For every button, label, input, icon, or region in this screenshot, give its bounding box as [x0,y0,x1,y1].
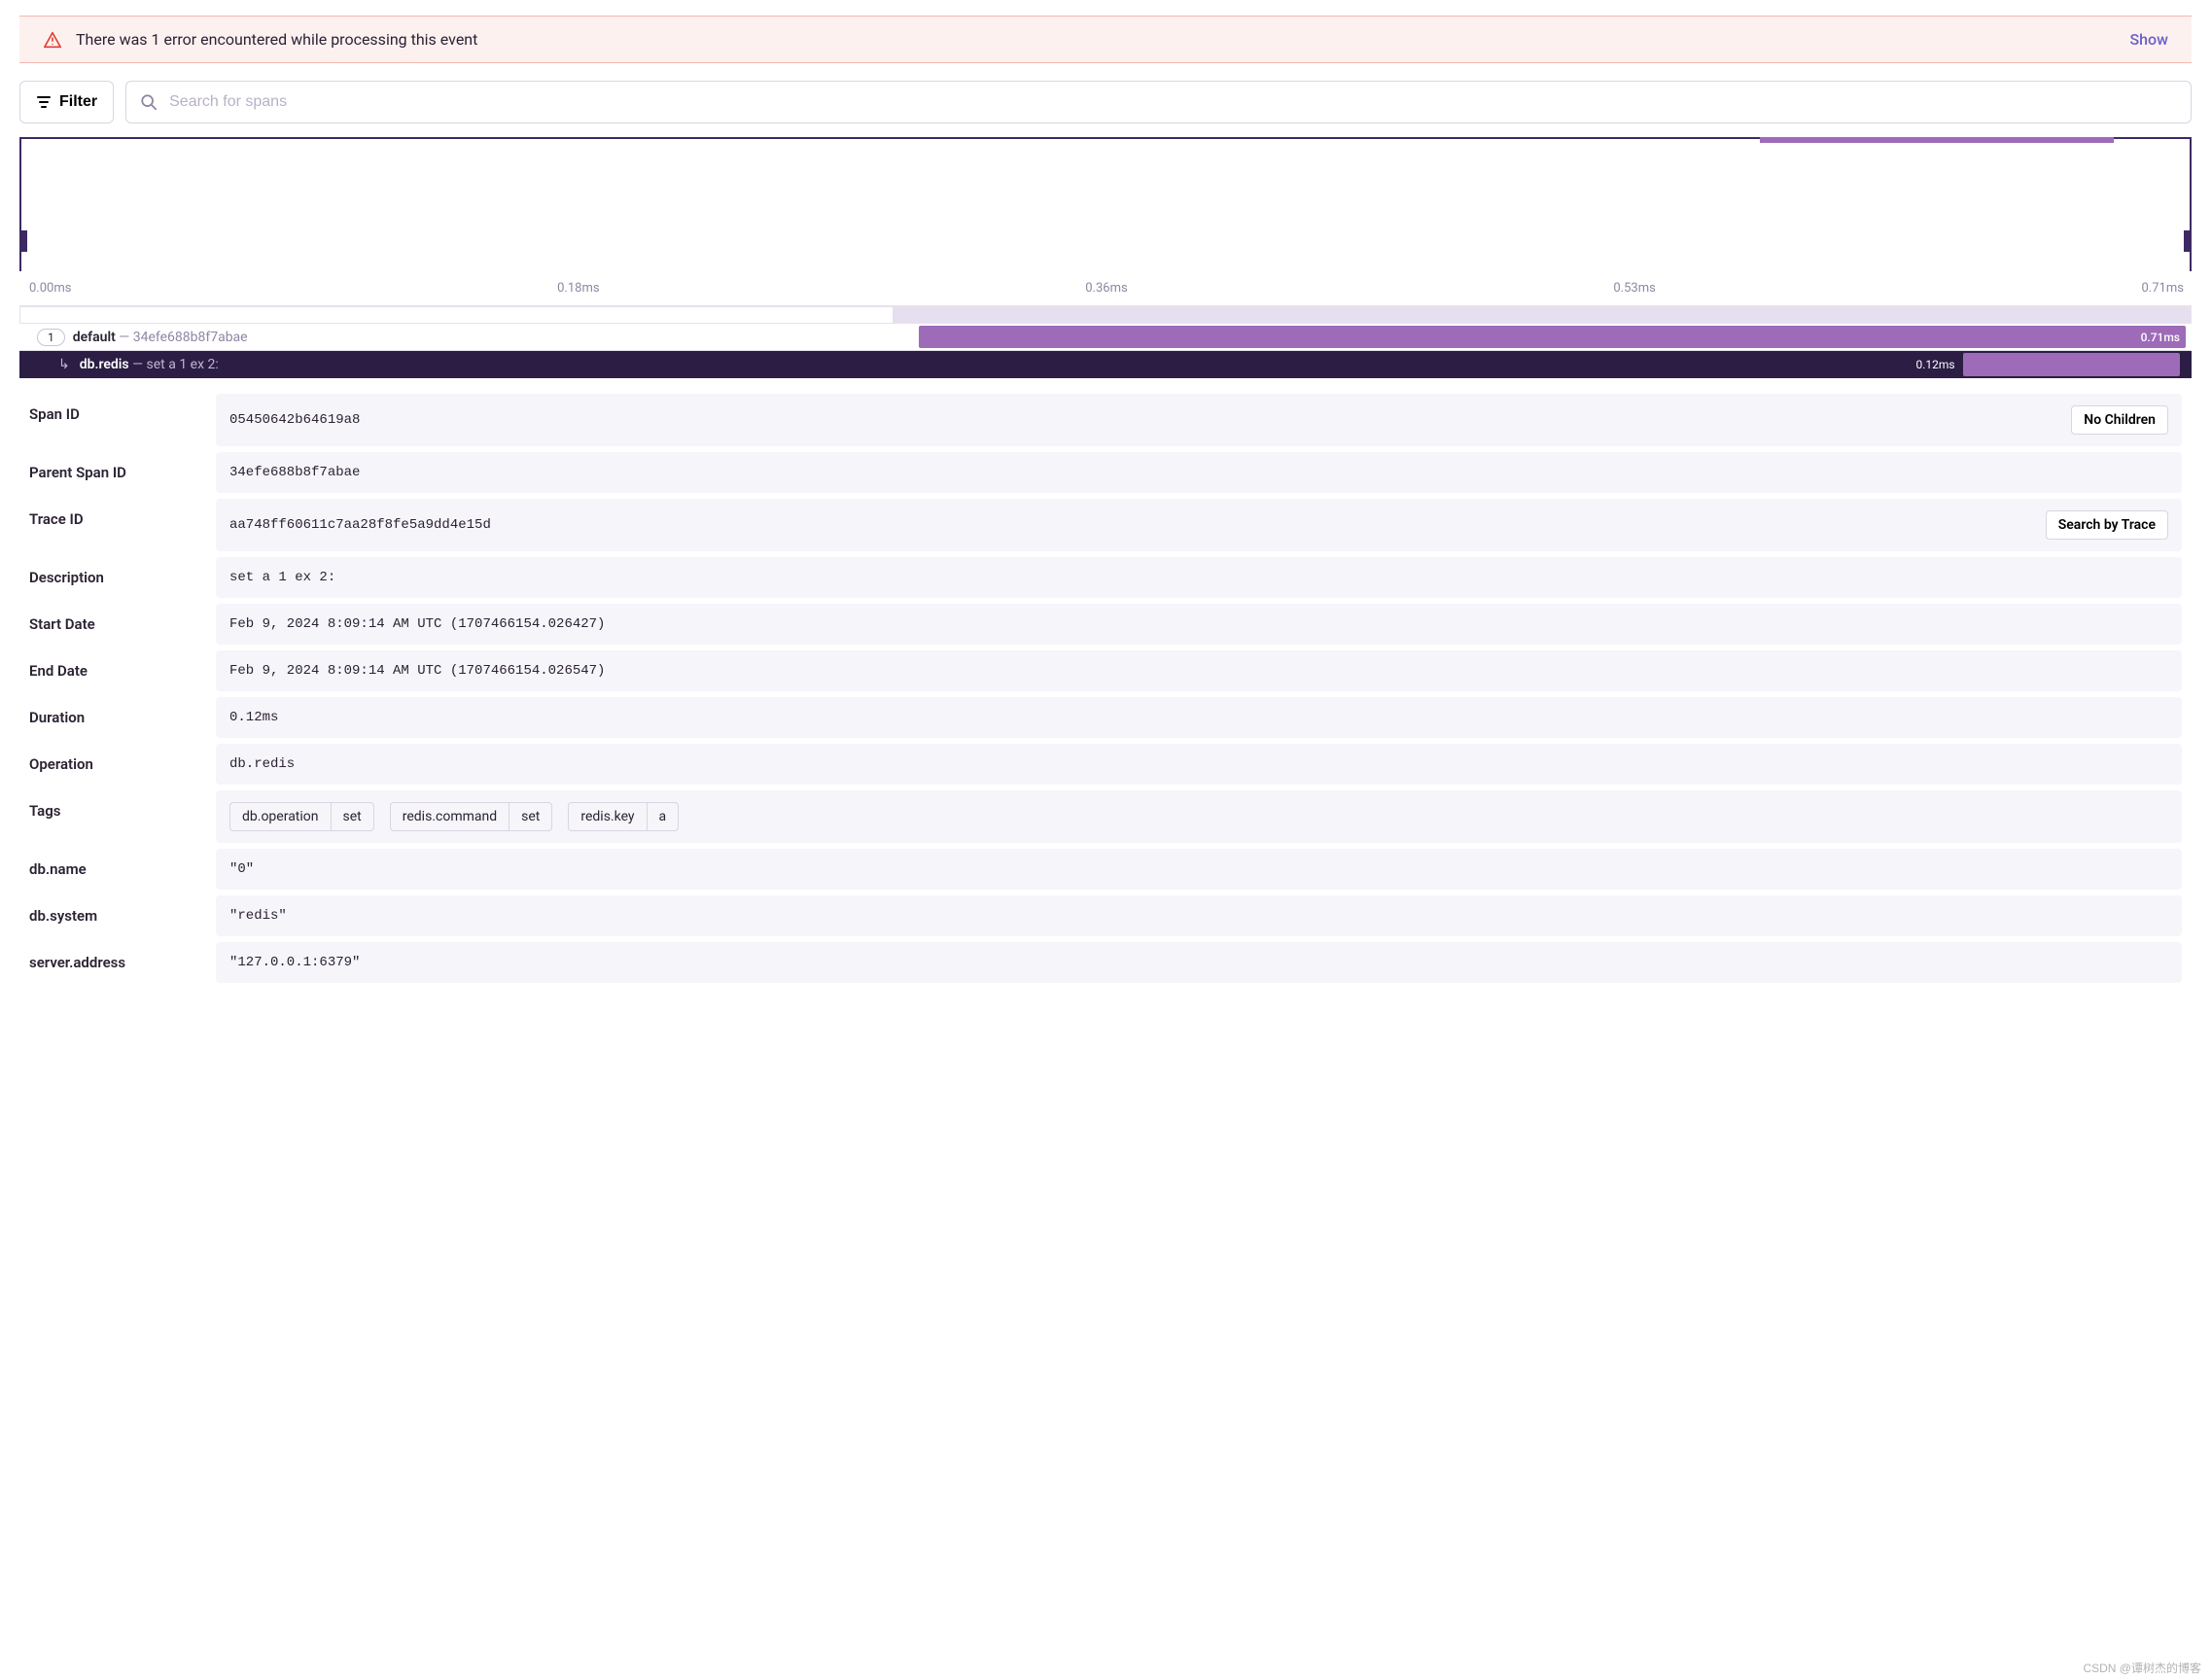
span-duration: 0.71ms [2141,331,2180,344]
time-tick: 0.18ms [557,281,599,296]
filter-label: Filter [59,93,97,111]
timeline-minimap[interactable] [19,137,2192,271]
detail-label: End Date [29,650,216,691]
timeline-handle-right[interactable] [2184,230,2192,252]
detail-label: Parent Span ID [29,452,216,493]
error-message: There was 1 error encountered while proc… [76,30,477,49]
span-label: default — 34efe688b8f7abae [73,330,248,345]
detail-row-operation: Operation db.redis [29,744,2182,785]
tag-pill[interactable]: db.operationset [229,802,374,831]
detail-value: "127.0.0.1:6379" [216,942,2182,983]
time-tick: 0.53ms [1613,281,1655,296]
detail-label: Description [29,557,216,598]
span-duration-bar: 0.71ms [919,326,2186,348]
search-wrapper[interactable] [125,81,2192,123]
detail-value: aa748ff60611c7aa28f8fe5a9dd4e15d Search … [216,499,2182,551]
filter-button[interactable]: Filter [19,81,114,123]
detail-label: Operation [29,744,216,785]
search-by-trace-button[interactable]: Search by Trace [2046,510,2168,540]
tag-pill[interactable]: redis.commandset [390,802,553,831]
detail-row-server-address: server.address "127.0.0.1:6379" [29,942,2182,983]
child-arrow-icon: ↳ [58,357,70,372]
detail-value: db.operationset redis.commandset redis.k… [216,790,2182,843]
time-tick: 0.00ms [29,281,71,296]
detail-label: Duration [29,697,216,738]
show-error-button[interactable]: Show [2129,30,2168,49]
detail-row-tags: Tags db.operationset redis.commandset re… [29,790,2182,843]
detail-value: "redis" [216,895,2182,936]
detail-row-duration: Duration 0.12ms [29,697,2182,738]
detail-row-description: Description set a 1 ex 2: [29,557,2182,598]
detail-label: db.system [29,895,216,936]
detail-row-end-date: End Date Feb 9, 2024 8:09:14 AM UTC (170… [29,650,2182,691]
filter-icon [36,95,52,109]
warning-icon [43,31,62,49]
detail-value: Feb 9, 2024 8:09:14 AM UTC (1707466154.0… [216,604,2182,645]
detail-label: server.address [29,942,216,983]
span-row-child[interactable]: ↳ db.redis — set a 1 ex 2: 0.12ms [19,351,2192,378]
detail-row-start-date: Start Date Feb 9, 2024 8:09:14 AM UTC (1… [29,604,2182,645]
detail-value: "0" [216,849,2182,890]
detail-row-trace-id: Trace ID aa748ff60611c7aa28f8fe5a9dd4e15… [29,499,2182,551]
detail-value: set a 1 ex 2: [216,557,2182,598]
span-overview-bar [19,306,2192,324]
tag-pill[interactable]: redis.keya [568,802,679,831]
detail-row-span-id: Span ID 05450642b64619a8 No Children [29,394,2182,446]
span-label: db.redis — set a 1 ex 2: [80,357,219,372]
time-tick: 0.71ms [2142,281,2184,296]
span-details: Span ID 05450642b64619a8 No Children Par… [19,394,2192,983]
span-duration: 0.12ms [1915,358,1954,371]
detail-value: 0.12ms [216,697,2182,738]
no-children-button[interactable]: No Children [2071,405,2168,435]
span-row-root[interactable]: 1 default — 34efe688b8f7abae 0.71ms [19,324,2192,351]
detail-label: db.name [29,849,216,890]
watermark: CSDN @谭树杰的博客 [2083,1660,2201,1676]
time-tick: 0.36ms [1085,281,1127,296]
search-icon [140,93,158,111]
detail-value: db.redis [216,744,2182,785]
detail-label: Span ID [29,394,216,446]
time-axis: 0.00ms 0.18ms 0.36ms 0.53ms 0.71ms [19,271,2192,306]
detail-label: Start Date [29,604,216,645]
detail-label: Trace ID [29,499,216,551]
detail-label: Tags [29,790,216,843]
timeline-handle-left[interactable] [19,230,27,252]
span-children-count: 1 [37,329,65,346]
detail-row-parent-span-id: Parent Span ID 34efe688b8f7abae [29,452,2182,493]
span-duration-bar [1963,353,2180,376]
detail-row-db-system: db.system "redis" [29,895,2182,936]
detail-value: Feb 9, 2024 8:09:14 AM UTC (1707466154.0… [216,650,2182,691]
detail-row-db-name: db.name "0" [29,849,2182,890]
search-input[interactable] [169,82,2177,122]
error-banner: There was 1 error encountered while proc… [19,16,2192,63]
minimap-span-marker [1760,137,2113,143]
detail-value: 34efe688b8f7abae [216,452,2182,493]
detail-value: 05450642b64619a8 No Children [216,394,2182,446]
